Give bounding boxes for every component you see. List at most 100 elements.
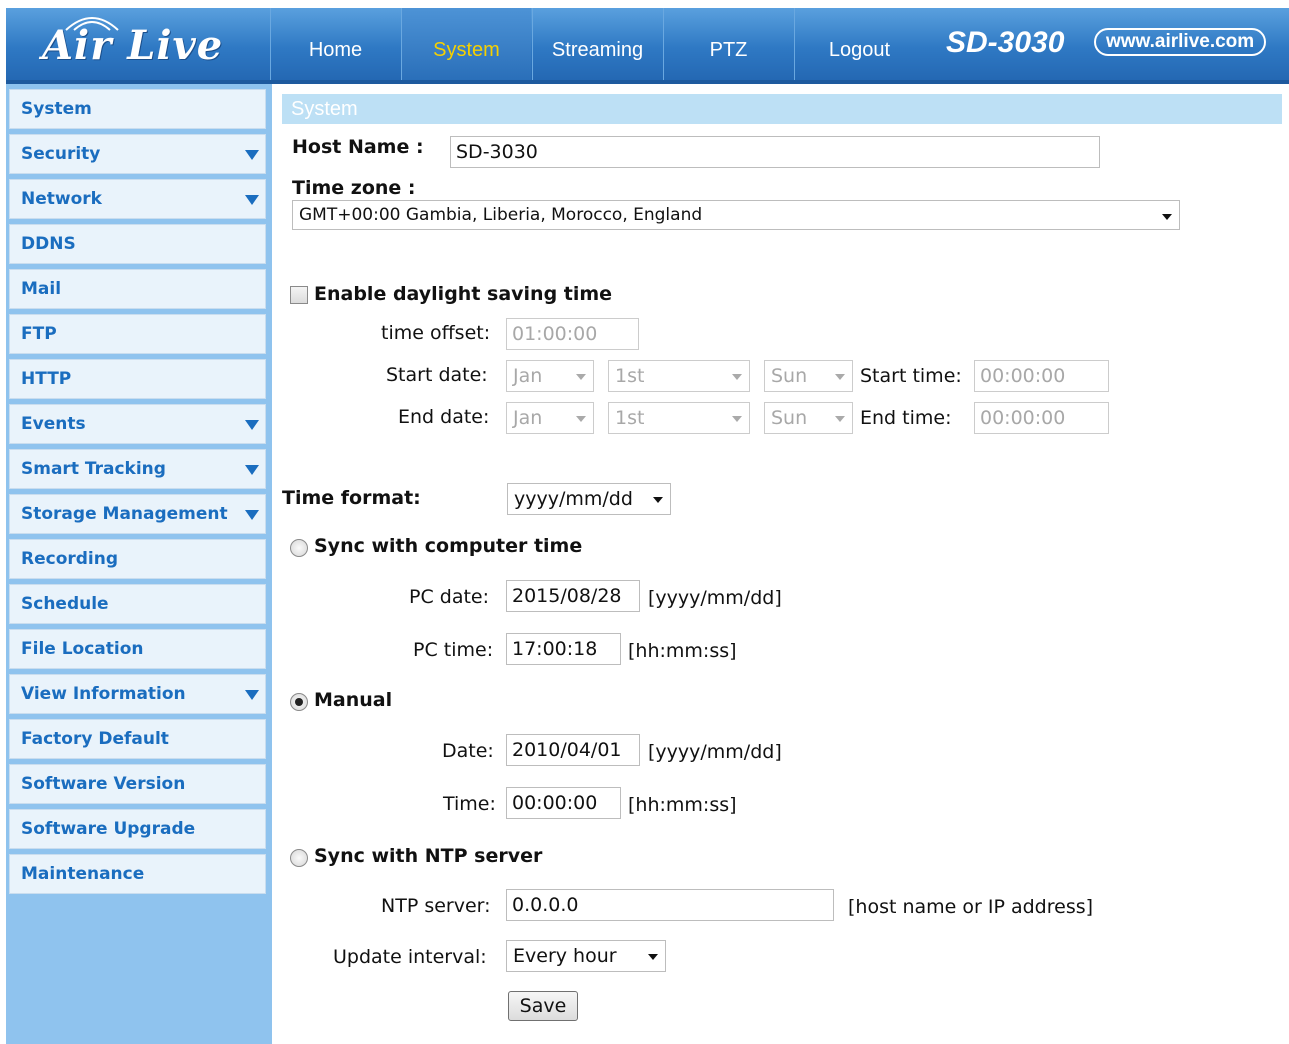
expand-arrow-icon[interactable] [245,465,259,475]
tab-streaming[interactable]: Streaming [532,8,662,80]
chevron-down-icon [653,497,663,503]
expand-arrow-icon[interactable] [245,690,259,700]
time-zone-label: Time zone : [292,177,416,199]
sidebar-item-label: DDNS [21,234,76,254]
end-day-select[interactable]: 1st [608,402,750,434]
pc-time-format-hint: [hh:mm:ss] [628,640,737,662]
start-weekday-value: Sun [771,365,808,387]
sidebar-item-network[interactable]: Network [9,179,266,219]
chevron-down-icon [576,416,586,422]
sidebar-item-security[interactable]: Security [9,134,266,174]
chevron-down-icon [576,374,586,380]
time-format-hint: [hh:mm:ss] [628,794,737,816]
sidebar-item-storage-management[interactable]: Storage Management [9,494,266,534]
sidebar-item-label: Software Version [21,774,186,794]
end-month-select[interactable]: Jan [506,402,594,434]
save-button[interactable]: Save [508,991,578,1021]
sidebar-item-label: Factory Default [21,729,169,749]
main-content: System Host Name : SD-3030 Time zone : G… [282,94,1284,1044]
update-interval-label: Update interval: [333,946,487,968]
sidebar-item-file-location[interactable]: File Location [9,629,266,669]
end-date-label: End date: [398,406,490,428]
logo-text: Air Live [42,22,224,69]
sync-pc-radio[interactable] [290,539,308,557]
start-date-label: Start date: [386,364,488,386]
tab-ptz[interactable]: PTZ [663,8,793,80]
expand-arrow-icon[interactable] [245,195,259,205]
end-month-value: Jan [513,407,543,429]
expand-arrow-icon[interactable] [245,150,259,160]
start-weekday-select[interactable]: Sun [764,360,853,392]
dst-checkbox[interactable] [290,286,308,304]
time-zone-select[interactable]: GMT+00:00 Gambia, Liberia, Morocco, Engl… [292,200,1180,230]
ntp-label: Sync with NTP server [314,845,543,867]
expand-arrow-icon[interactable] [245,510,259,520]
chevron-down-icon [732,416,742,422]
chevron-down-icon [732,374,742,380]
dst-label: Enable daylight saving time [314,283,613,305]
sidebar-item-label: Recording [21,549,119,569]
website-badge: www.airlive.com [1094,28,1267,56]
sidebar-item-smart-tracking[interactable]: Smart Tracking [9,449,266,489]
sidebar: System Security Network DDNS Mail FTP HT… [6,84,272,1044]
update-interval-select[interactable]: Every hour [506,940,666,972]
sidebar-item-label: Mail [21,279,62,299]
sidebar-item-label: HTTP [21,369,72,389]
time-input[interactable]: 00:00:00 [506,787,621,819]
sidebar-item-software-version[interactable]: Software Version [9,764,266,804]
sidebar-item-label: Events [21,414,86,434]
start-day-select[interactable]: 1st [608,360,750,392]
time-zone-value: GMT+00:00 Gambia, Liberia, Morocco, Engl… [299,205,703,225]
expand-arrow-icon[interactable] [245,420,259,430]
pc-date-input[interactable]: 2015/08/28 [506,580,640,612]
airlive-logo: Air Live [6,8,268,80]
end-weekday-value: Sun [771,407,808,429]
start-time-input[interactable]: 00:00:00 [974,360,1109,392]
sidebar-item-maintenance[interactable]: Maintenance [9,854,266,894]
ntp-radio[interactable] [290,849,308,867]
sidebar-item-schedule[interactable]: Schedule [9,584,266,624]
start-month-select[interactable]: Jan [506,360,594,392]
sidebar-item-mail[interactable]: Mail [9,269,266,309]
date-format-hint: [yyyy/mm/dd] [648,741,782,763]
ntp-server-label: NTP server: [381,895,491,917]
model-name: SD-3030 [946,26,1065,59]
sidebar-item-label: Storage Management [21,504,228,524]
sidebar-item-ddns[interactable]: DDNS [9,224,266,264]
top-header: Air Live Home System Streaming PTZ Logou… [6,8,1289,84]
host-name-label: Host Name : [292,136,424,158]
time-format-select[interactable]: yyyy/mm/dd [507,483,671,515]
end-time-label: End time: [860,407,952,429]
start-month-value: Jan [513,365,543,387]
tab-home[interactable]: Home [270,8,400,80]
time-offset-input[interactable]: 01:00:00 [506,318,639,350]
sidebar-item-events[interactable]: Events [9,404,266,444]
end-day-value: 1st [615,407,645,429]
update-interval-value: Every hour [513,945,617,967]
sidebar-item-view-information[interactable]: View Information [9,674,266,714]
manual-radio[interactable] [290,693,308,711]
sidebar-item-label: FTP [21,324,57,344]
sidebar-item-software-upgrade[interactable]: Software Upgrade [9,809,266,849]
sidebar-item-label: System [21,99,92,119]
end-weekday-select[interactable]: Sun [764,402,853,434]
pc-time-label: PC time: [413,639,494,661]
chevron-down-icon [648,954,658,960]
ntp-server-hint: [host name or IP address] [848,896,1094,918]
sidebar-item-http[interactable]: HTTP [9,359,266,399]
sidebar-item-ftp[interactable]: FTP [9,314,266,354]
host-name-input[interactable]: SD-3030 [450,136,1100,168]
tab-system[interactable]: System [401,8,531,80]
date-input[interactable]: 2010/04/01 [506,734,640,766]
end-time-input[interactable]: 00:00:00 [974,402,1109,434]
sidebar-item-system[interactable]: System [9,89,266,129]
sidebar-item-factory-default[interactable]: Factory Default [9,719,266,759]
pc-time-input[interactable]: 17:00:18 [506,633,621,665]
sidebar-item-label: Network [21,189,102,209]
ntp-server-input[interactable]: 0.0.0.0 [506,889,834,921]
start-day-value: 1st [615,365,645,387]
time-label: Time: [443,793,496,815]
tab-logout[interactable]: Logout [794,8,924,80]
manual-label: Manual [314,689,393,711]
sidebar-item-recording[interactable]: Recording [9,539,266,579]
